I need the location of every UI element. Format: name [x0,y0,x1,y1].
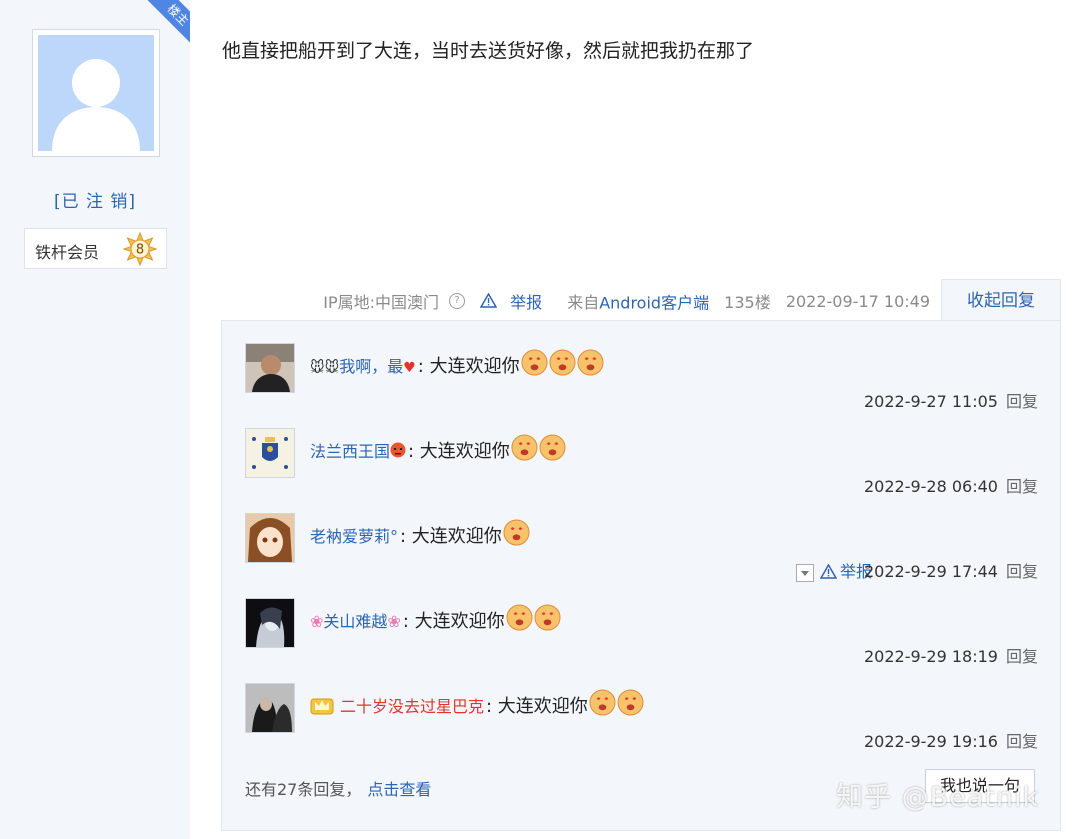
reply-line: ❀关山难越❀: 大连欢迎你 [310,604,561,633]
ip-location: IP属地:中国澳门 [323,293,439,312]
reply-item: 法兰西王国: 大连欢迎你 2022-9-28 06:40 回复 [222,406,1060,496]
mouse-emoji-icon: 🐭🐭 [310,360,340,376]
angry-face-icon [390,442,406,458]
reply-item: 二十岁没去过星巴克: 大连欢迎你 2022-9-29 19:16 回复 [222,661,1060,751]
floor-number: 135楼 [724,293,771,312]
love-face-emoji-icon [539,434,566,461]
reply-item: 🐭🐭我啊，最♥: 大连欢迎你 2022-9-27 11:05 回复 [222,321,1060,411]
reply-avatar[interactable] [245,428,295,478]
source-info: 来自Android客户端 [557,291,709,312]
love-face-emoji-icon [577,349,604,376]
reply-content: : 大连欢迎你 [417,356,520,377]
reply-line: 🐭🐭我啊，最♥: 大连欢迎你 [310,349,604,378]
warning-icon [479,291,498,308]
reply-content: : 大连欢迎你 [400,526,502,547]
reply-line: 法兰西王国 : 大连欢迎你 [310,434,566,463]
member-level: 8 [136,243,144,258]
post-meta: IP属地:中国澳门? 举报 来自Android客户端 135楼 2022-09-… [313,289,930,313]
post-time: 2022-09-17 10:49 [785,291,930,311]
report-link[interactable]: 举报 [479,291,547,312]
love-face-emoji-icon [521,349,548,376]
reply-username[interactable]: 老衲爱萝莉° [310,527,398,546]
reply-username[interactable]: 关山难越 [323,612,387,631]
reply-avatar[interactable] [245,513,295,563]
source-prefix: 来自 [567,293,600,312]
reply-line: 二十岁没去过星巴克: 大连欢迎你 [310,689,644,718]
collapse-replies-button[interactable]: 收起回复 [941,279,1061,321]
love-face-emoji-icon [506,604,533,631]
reply-avatar[interactable] [245,683,295,733]
source-client-link[interactable]: Android客户端 [599,293,709,312]
love-face-emoji-icon [549,349,576,376]
reply-avatar[interactable] [245,598,295,648]
more-replies: 还有27条回复， 点击查看 [245,776,431,800]
post-content: 他直接把船开到了大连，当时去送货好像，然后就把我扔在那了 [222,40,755,62]
love-face-emoji-icon [503,519,530,546]
reply-button[interactable]: 回复 [1006,732,1038,751]
view-more-link[interactable]: 点击查看 [367,780,431,799]
love-face-emoji-icon [617,689,644,716]
more-replies-text: 还有27条回复， [245,780,362,799]
reply-avatar[interactable] [245,343,295,393]
flower-icon: ❀ [310,612,324,631]
love-face-emoji-icon [511,434,538,461]
love-face-emoji-icon [589,689,616,716]
reply-username[interactable]: 法兰西王国 [310,442,390,461]
level-star-icon: 8 [123,232,157,266]
reply-line: 老衲爱萝莉°: 大连欢迎你 [310,519,530,548]
reply-meta: 2022-9-29 19:16 回复 [864,728,1038,752]
help-icon[interactable]: ? [448,293,465,309]
crown-vip-icon [310,698,334,715]
reply-time: 2022-9-29 19:16 [863,732,998,751]
reply-item: 老衲爱萝莉°: 大连欢迎你 举报 2022-9-29 17:44 回复 [222,491,1060,582]
author-name[interactable]: [已 注 销] [0,187,190,212]
author-avatar[interactable] [32,29,160,157]
author-column: 楼主 [已 注 销] 铁杆会员 8 [0,0,190,839]
report-label: 举报 [510,293,543,312]
heart-icon: ♥ [403,360,416,376]
flower-icon: ❀ [387,612,401,631]
default-avatar-icon [38,35,154,151]
reply-username[interactable]: 我啊，最 [339,357,403,376]
reply-content: : 大连欢迎你 [486,696,588,717]
reply-username[interactable]: 二十岁没去过星巴克 [340,697,484,716]
reply-item: ❀关山难越❀: 大连欢迎你 2022-9-29 18:19 回复 [222,576,1060,666]
reply-panel: 🐭🐭我啊，最♥: 大连欢迎你 2022-9-27 11:05 回复 法兰西王国 : … [221,320,1061,831]
watermark: 知乎 @Beatnik [836,782,1040,813]
member-badge[interactable]: 铁杆会员 8 [24,228,167,269]
reply-content: : 大连欢迎你 [408,441,510,462]
love-face-emoji-icon [534,604,561,631]
member-title: 铁杆会员 [35,243,100,262]
reply-content: : 大连欢迎你 [402,611,505,632]
